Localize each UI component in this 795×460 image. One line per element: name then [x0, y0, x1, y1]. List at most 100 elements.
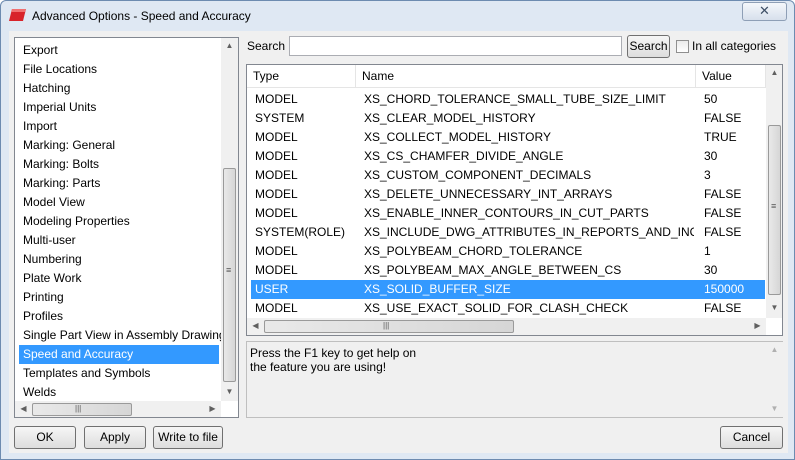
category-item[interactable]: Hatching: [19, 79, 219, 98]
help-text-line: the feature you are using!: [250, 360, 387, 374]
cell-name: XS_CLEAR_MODEL_HISTORY: [364, 111, 536, 125]
cell-value: FALSE: [704, 187, 742, 201]
category-item[interactable]: Model View: [19, 193, 219, 212]
cell-name: XS_CHORD_TOLERANCE_SMALL_TUBE_SIZE_LIMIT: [364, 92, 666, 106]
table-row[interactable]: MODEL XS_POLYBEAM_MAX_ANGLE_BETWEEN_CS 30: [251, 261, 765, 280]
cell-name: XS_ENABLE_INNER_CONTOURS_IN_CUT_PARTS: [364, 206, 649, 220]
scroll-up-icon[interactable]: ▲: [766, 345, 783, 354]
scroll-down-icon[interactable]: ▼: [766, 404, 783, 413]
cell-type: MODEL: [255, 244, 298, 258]
category-horizontal-scrollbar[interactable]: ◀ ||| ▶: [15, 401, 221, 417]
table-row[interactable]: SYSTEM XS_CLEAR_MODEL_HISTORY FALSE: [251, 109, 765, 128]
table-row[interactable]: USER XS_SOLID_BUFFER_SIZE 150000: [251, 280, 765, 299]
cell-value: 50: [704, 92, 718, 106]
category-item[interactable]: Welds: [19, 383, 219, 402]
table-row[interactable]: MODEL XS_ENABLE_INNER_CONTOURS_IN_CUT_PAR…: [251, 204, 765, 223]
table-row[interactable]: MODEL XS_CUSTOM_COMPONENT_DECIMALS 3: [251, 166, 765, 185]
cell-name: XS_SOLID_BUFFER_SIZE: [364, 282, 511, 296]
cell-name: XS_CUSTOM_COMPONENT_DECIMALS: [364, 168, 592, 182]
scroll-down-icon[interactable]: ▼: [221, 387, 238, 396]
grip-icon: |||: [383, 321, 390, 330]
table-hscroll-thumb[interactable]: |||: [264, 320, 514, 333]
table-row[interactable]: SYSTEM(ROLE) XS_INCLUDE_DWG_ATTRIBUTES_IN…: [251, 223, 765, 242]
cell-name: XS_POLYBEAM_CHORD_TOLERANCE: [364, 244, 583, 258]
category-item[interactable]: Profiles: [19, 307, 219, 326]
table-row[interactable]: MODEL XS_POLYBEAM_CHORD_TOLERANCE 1: [251, 242, 765, 261]
scroll-left-icon[interactable]: ◀: [15, 404, 32, 413]
category-item[interactable]: File Locations: [19, 60, 219, 79]
apply-button[interactable]: Apply: [84, 426, 146, 449]
category-item[interactable]: Plate Work: [19, 269, 219, 288]
category-vertical-scrollbar[interactable]: ▲ ≡ ▼: [221, 38, 238, 401]
table-row[interactable]: MODEL XS_DELETE_UNNECESSARY_INT_ARRAYS FAL…: [251, 185, 765, 204]
cell-name: XS_DELETE_UNNECESSARY_INT_ARRAYS: [364, 187, 613, 201]
column-header-type[interactable]: Type: [247, 65, 356, 88]
grip-icon: |||: [75, 404, 82, 413]
category-item[interactable]: Marking: Parts: [19, 174, 219, 193]
table-row[interactable]: MODEL XS_COLLECT_MODEL_HISTORY TRUE: [251, 128, 765, 147]
cell-type: SYSTEM: [255, 111, 305, 125]
all-categories-label[interactable]: In all categories: [692, 39, 776, 53]
category-item[interactable]: Modeling Properties: [19, 212, 219, 231]
category-item[interactable]: Templates and Symbols: [19, 364, 219, 383]
help-text-line: Press the F1 key to get help on: [250, 346, 417, 360]
cell-value: 3: [704, 168, 711, 182]
ok-button[interactable]: OK: [14, 426, 76, 449]
category-item[interactable]: Export: [19, 41, 219, 60]
scroll-up-icon[interactable]: ▲: [221, 41, 238, 50]
title-bar[interactable]: Advanced Options - Speed and Accuracy ✕: [1, 1, 794, 31]
help-vertical-scrollbar[interactable]: ▲ ▼: [766, 342, 783, 417]
cell-name: XS_USE_EXACT_SOLID_FOR_CLASH_CHECK: [364, 301, 629, 315]
all-categories-checkbox[interactable]: [676, 40, 689, 53]
cell-value: FALSE: [704, 206, 742, 220]
app-icon: [9, 9, 26, 21]
dialog-client-area: Export File Locations Hatching Imperial Uni…: [9, 31, 788, 453]
close-button[interactable]: ✕: [742, 2, 787, 21]
cell-value: FALSE: [704, 225, 742, 239]
category-item[interactable]: Import: [19, 117, 219, 136]
cancel-button[interactable]: Cancel: [720, 426, 783, 449]
window-title: Advanced Options - Speed and Accuracy: [32, 9, 251, 23]
cell-type: MODEL: [255, 263, 298, 277]
table-row[interactable]: MODEL XS_CS_CHAMFER_DIVIDE_ANGLE 30: [251, 147, 765, 166]
help-text-box: Press the F1 key to get help on the feat…: [246, 341, 783, 418]
cell-type: MODEL: [255, 130, 298, 144]
table-horizontal-scrollbar[interactable]: ◀ ||| ▶: [247, 318, 766, 335]
cell-type: MODEL: [255, 92, 298, 106]
options-table[interactable]: Type Name Value MODEL XS_CHORD_TOLERANCE_…: [246, 64, 783, 336]
table-scroll-thumb[interactable]: ≡: [768, 125, 781, 295]
category-item[interactable]: Printing: [19, 288, 219, 307]
cell-name: XS_POLYBEAM_MAX_ANGLE_BETWEEN_CS: [364, 263, 622, 277]
search-button[interactable]: Search: [627, 35, 670, 58]
cell-name: XS_INCLUDE_DWG_ATTRIBUTES_IN_REPORTS_AND…: [364, 225, 694, 239]
category-item[interactable]: Multi-user: [19, 231, 219, 250]
category-item[interactable]: Numbering: [19, 250, 219, 269]
cell-type: MODEL: [255, 301, 298, 315]
column-header-name[interactable]: Name: [356, 65, 696, 88]
category-scroll-thumb[interactable]: ≡: [223, 168, 236, 382]
table-row[interactable]: MODEL XS_USE_EXACT_SOLID_FOR_CLASH_CHECK F…: [251, 299, 765, 318]
cell-type: USER: [255, 282, 289, 296]
column-header-value[interactable]: Value: [696, 65, 766, 88]
category-item[interactable]: Imperial Units: [19, 98, 219, 117]
cell-value: FALSE: [704, 301, 742, 315]
category-hscroll-thumb[interactable]: |||: [32, 403, 132, 416]
table-row[interactable]: MODEL XS_CHORD_TOLERANCE_SMALL_TUBE_SIZE_…: [251, 90, 765, 109]
category-item[interactable]: Marking: Bolts: [19, 155, 219, 174]
scroll-left-icon[interactable]: ◀: [247, 321, 264, 330]
cell-type: MODEL: [255, 168, 298, 182]
cell-type: SYSTEM(ROLE): [255, 225, 346, 239]
search-input[interactable]: [289, 36, 622, 56]
category-item[interactable]: Speed and Accuracy: [19, 345, 219, 364]
category-item[interactable]: Marking: General: [19, 136, 219, 155]
table-vertical-scrollbar[interactable]: ▲ ≡ ▼: [766, 65, 782, 318]
category-item[interactable]: Single Part View in Assembly Drawing: [19, 326, 226, 345]
scroll-down-icon[interactable]: ▼: [766, 303, 782, 312]
dialog-window: Advanced Options - Speed and Accuracy ✕ …: [0, 0, 795, 460]
category-list[interactable]: Export File Locations Hatching Imperial Uni…: [14, 37, 239, 418]
write-to-file-button[interactable]: Write to file: [153, 426, 223, 449]
scroll-up-icon[interactable]: ▲: [766, 68, 782, 77]
scroll-right-icon[interactable]: ▶: [204, 404, 221, 413]
cell-value: FALSE: [704, 111, 742, 125]
scroll-right-icon[interactable]: ▶: [749, 321, 766, 330]
